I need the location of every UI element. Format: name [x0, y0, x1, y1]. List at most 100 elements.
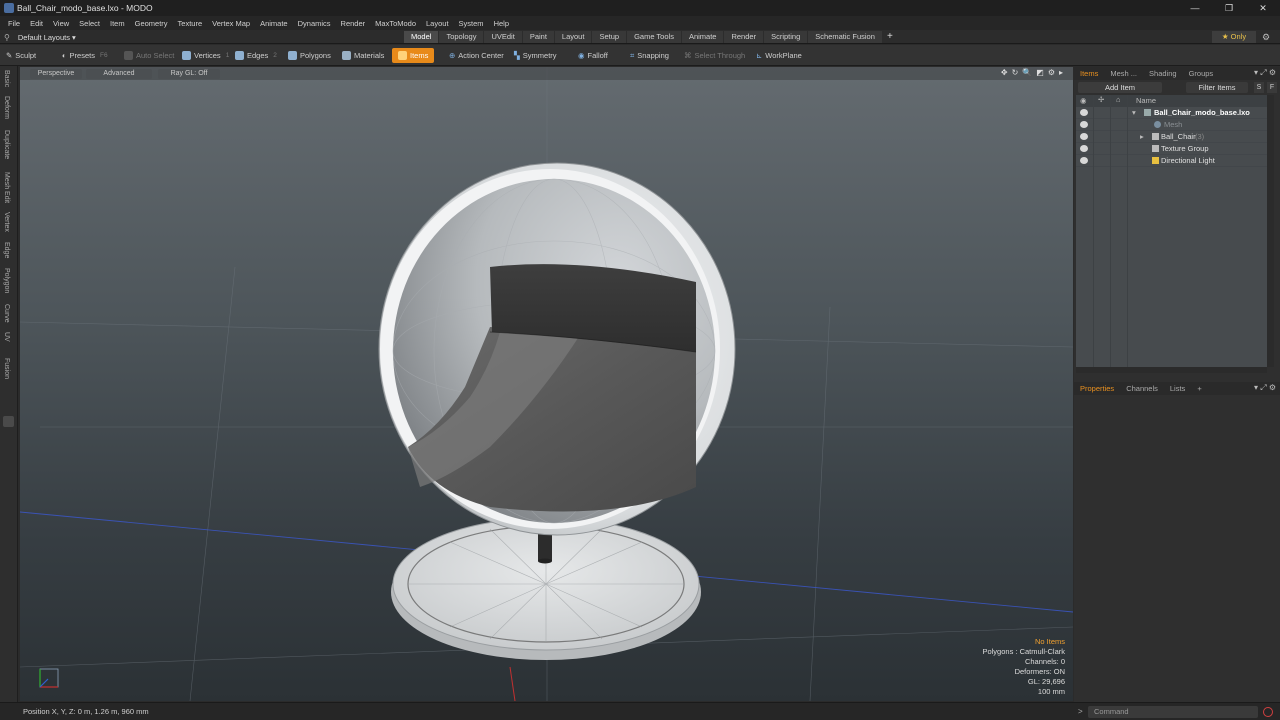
filter-items-button[interactable]: Filter Items	[1186, 82, 1248, 93]
tab-animate[interactable]: Animate	[681, 31, 724, 43]
eye-icon[interactable]	[1080, 109, 1088, 116]
shading-dropdown[interactable]: Advanced	[86, 69, 152, 79]
tab-model[interactable]: Model	[404, 31, 439, 43]
minimize-button[interactable]: —	[1178, 0, 1212, 16]
menu-maxtomodo[interactable]: MaxToModo	[370, 19, 421, 28]
auto-select-button[interactable]: Auto Select	[124, 48, 174, 63]
menu-animate[interactable]: Animate	[255, 19, 293, 28]
expand-icon[interactable]: ▸	[1140, 132, 1144, 141]
menu-geometry[interactable]: Geometry	[130, 19, 173, 28]
tab-vertex[interactable]: Vertex	[3, 212, 10, 232]
layouts-selector[interactable]: ⚲ Default Layouts ▾	[4, 30, 76, 44]
ray-gl-toggle[interactable]: Ray GL: Off	[158, 69, 220, 79]
tree-row-directional-light[interactable]: Directional Light	[1076, 155, 1267, 167]
zoom-icon[interactable]: 🔍	[1022, 68, 1032, 77]
tree-row-scene[interactable]: ▾ Ball_Chair_modo_base.lxo	[1076, 107, 1267, 119]
sculpt-button[interactable]: ✎ Sculpt	[6, 48, 36, 63]
fit-icon[interactable]: ◩	[1036, 68, 1044, 77]
menu-item[interactable]: Item	[105, 19, 130, 28]
tab-channels[interactable]: Channels	[1120, 384, 1164, 393]
eye-icon[interactable]	[1080, 157, 1088, 164]
tab-edge[interactable]: Edge	[3, 242, 10, 258]
viewport-settings-icon[interactable]: ⚙	[1048, 68, 1055, 77]
gear-icon[interactable]: ⚙	[1262, 30, 1270, 44]
workplane-button[interactable]: ⊾ WorkPlane	[756, 48, 802, 63]
tab-setup[interactable]: Setup	[592, 31, 627, 43]
menu-edit[interactable]: Edit	[25, 19, 48, 28]
only-toggle[interactable]: ★ Only	[1212, 31, 1256, 43]
menu-view[interactable]: View	[48, 19, 74, 28]
tab-uvedit[interactable]: UVEdit	[484, 31, 522, 43]
vertices-button[interactable]: Vertices 1	[182, 48, 229, 63]
tab-properties[interactable]: Properties	[1074, 384, 1120, 393]
tree-vertical-scrollbar[interactable]	[1267, 95, 1274, 367]
polygons-button[interactable]: Polygons	[288, 48, 331, 63]
tab-lists[interactable]: Lists	[1164, 384, 1191, 393]
view-mode-dropdown[interactable]: Perspective	[30, 69, 82, 79]
tab-render[interactable]: Render	[724, 31, 764, 43]
tab-layout[interactable]: Layout	[554, 31, 592, 43]
add-panel-tab-button[interactable]: +	[1191, 384, 1207, 393]
3d-viewport[interactable]: Perspective Advanced Ray GL: Off ✥ ↻ 🔍 ◩…	[20, 67, 1073, 701]
tab-scripting[interactable]: Scripting	[764, 31, 808, 43]
tab-game-tools[interactable]: Game Tools	[627, 31, 681, 43]
f-button[interactable]: F	[1267, 82, 1277, 93]
record-icon[interactable]	[1263, 707, 1273, 717]
tab-groups[interactable]: Groups	[1183, 69, 1220, 78]
tab-mesh[interactable]: Mesh ...	[1104, 69, 1143, 78]
select-through-button[interactable]: ⌘ Select Through	[684, 48, 745, 63]
pan-icon[interactable]: ✥	[1001, 68, 1008, 77]
eye-icon[interactable]	[1080, 121, 1088, 128]
panel-expand-icon[interactable]: ▾ ⤢ ⚙	[1254, 68, 1276, 78]
tab-mesh-edit[interactable]: Mesh Edit	[3, 172, 10, 203]
tab-deform[interactable]: Deform	[3, 96, 10, 119]
panel-toggle-button[interactable]	[3, 416, 14, 427]
menu-vertex-map[interactable]: Vertex Map	[207, 19, 255, 28]
materials-button[interactable]: Materials	[342, 48, 384, 63]
tab-items[interactable]: Items	[1074, 69, 1104, 78]
close-button[interactable]: ✕	[1246, 0, 1280, 16]
viewport-menu-icon[interactable]: ▸	[1059, 68, 1063, 77]
tab-schematic-fusion[interactable]: Schematic Fusion	[808, 31, 882, 43]
presets-button[interactable]: ◐ Presets F6	[62, 48, 108, 63]
panel-expand-icon[interactable]: ▾ ⤢ ⚙	[1254, 383, 1276, 393]
action-center-button[interactable]: ⊕ Action Center	[449, 48, 504, 63]
menu-system[interactable]: System	[454, 19, 489, 28]
add-tab-button[interactable]: +	[883, 31, 897, 43]
symmetry-button[interactable]: ▚ Symmetry	[514, 48, 557, 63]
tree-row-mesh[interactable]: Mesh	[1076, 119, 1267, 131]
s-button[interactable]: S	[1254, 82, 1264, 93]
add-item-button[interactable]: Add Item	[1078, 82, 1162, 93]
tree-row-ball-chair[interactable]: ▸ Ball_Chair (3)	[1076, 131, 1267, 143]
menu-file[interactable]: File	[3, 19, 25, 28]
tab-topology[interactable]: Topology	[439, 31, 484, 43]
menu-help[interactable]: Help	[489, 19, 514, 28]
menu-render[interactable]: Render	[336, 19, 371, 28]
command-input[interactable]: Command	[1088, 706, 1258, 718]
default-layouts-dropdown[interactable]: Default Layouts ▾	[18, 33, 76, 42]
tab-fusion[interactable]: Fusion	[3, 358, 10, 379]
name-column-header[interactable]: Name	[1136, 96, 1156, 105]
tab-shading[interactable]: Shading	[1143, 69, 1183, 78]
falloff-button[interactable]: ◉ Falloff	[578, 48, 608, 63]
tab-basic[interactable]: Basic	[3, 70, 10, 87]
eye-icon[interactable]	[1080, 145, 1088, 152]
tab-paint[interactable]: Paint	[522, 31, 554, 43]
menu-layout[interactable]: Layout	[421, 19, 454, 28]
menu-select[interactable]: Select	[74, 19, 105, 28]
tree-horizontal-scrollbar[interactable]	[1076, 367, 1267, 373]
tab-polygon[interactable]: Polygon	[3, 268, 10, 293]
items-button[interactable]: Items	[392, 48, 435, 63]
tab-duplicate[interactable]: Duplicate	[3, 130, 10, 159]
tab-uv[interactable]: UV	[3, 332, 10, 342]
tree-row-texture-group[interactable]: Texture Group	[1076, 143, 1267, 155]
menu-dynamics[interactable]: Dynamics	[293, 19, 336, 28]
snapping-button[interactable]: ⌗ Snapping	[630, 48, 669, 63]
rotate-icon[interactable]: ↻	[1012, 68, 1019, 77]
expand-icon[interactable]: ▾	[1132, 108, 1136, 117]
edges-button[interactable]: Edges 2	[235, 48, 277, 63]
maximize-button[interactable]: ❐	[1212, 0, 1246, 16]
menu-texture[interactable]: Texture	[173, 19, 208, 28]
tab-curve[interactable]: Curve	[3, 304, 10, 323]
eye-icon[interactable]	[1080, 133, 1088, 140]
